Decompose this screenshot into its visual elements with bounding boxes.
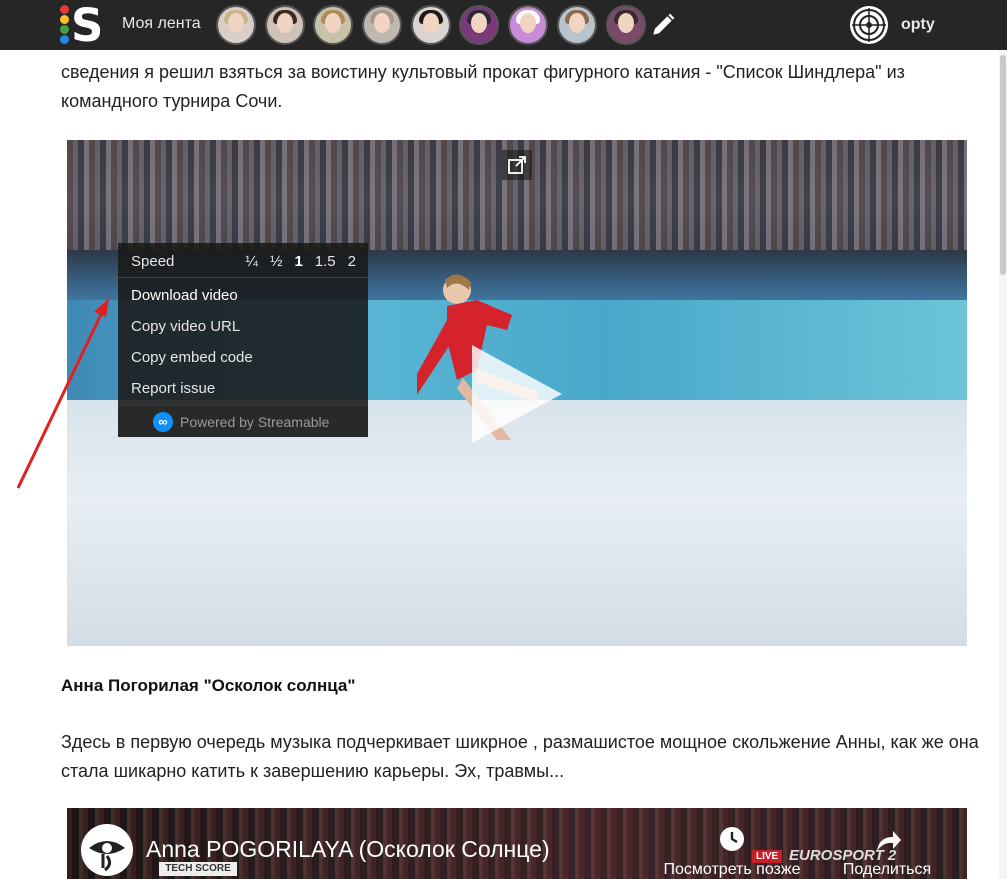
speed-options: ¼ ½ 1 1.5 2 bbox=[233, 253, 356, 270]
copy-video-url-menu-item[interactable]: Copy video URL bbox=[131, 318, 240, 335]
site-logo[interactable]: S bbox=[57, 0, 103, 52]
avatar-face bbox=[568, 13, 585, 33]
user-avatar[interactable] bbox=[850, 6, 888, 44]
avatar-face bbox=[374, 13, 391, 33]
download-video-menu-item[interactable]: Download video bbox=[131, 287, 238, 304]
subscription-avatar[interactable] bbox=[556, 5, 597, 45]
subscription-avatar[interactable] bbox=[362, 5, 403, 45]
subscription-avatar[interactable] bbox=[410, 5, 451, 45]
avatar-face bbox=[228, 13, 244, 33]
avatar-face bbox=[276, 13, 293, 33]
subscriptions-avatars bbox=[216, 5, 654, 45]
speed-label: Speed bbox=[131, 253, 175, 270]
section-heading: Анна Погорилая "Осколок солнца" bbox=[61, 676, 356, 695]
powered-by-label: Powered by Streamable bbox=[180, 413, 330, 430]
speed-row: Speed ¼ ½ 1 1.5 2 bbox=[131, 253, 356, 273]
avatar-face bbox=[422, 13, 439, 33]
page-scrollbar[interactable] bbox=[999, 50, 1007, 879]
logo-letter: S bbox=[71, 0, 104, 52]
subscription-avatar[interactable] bbox=[508, 5, 549, 45]
play-button-icon[interactable] bbox=[472, 345, 562, 443]
tech-score-label: TECH SCORE bbox=[159, 862, 237, 876]
speed-option[interactable]: ½ bbox=[270, 253, 283, 270]
red-arrow-annotation bbox=[16, 298, 109, 489]
avatar-face bbox=[617, 13, 634, 33]
article-paragraph-intro: сведения я решил взяться за воистину кул… bbox=[61, 62, 905, 111]
live-badge: LIVE bbox=[752, 850, 783, 863]
watch-later-label: Посмотреть позже bbox=[663, 861, 801, 878]
youtube-video-player[interactable]: Anna POGORILAYA (Осколок Солнце) TECH SC… bbox=[67, 808, 967, 879]
subscription-avatar[interactable] bbox=[605, 5, 646, 45]
video-context-menu: Speed ¼ ½ 1 1.5 2 Download video Copy video … bbox=[118, 243, 368, 437]
subscription-avatar[interactable] bbox=[216, 5, 256, 45]
avatar-face bbox=[520, 13, 537, 33]
avatar-face bbox=[471, 13, 488, 33]
streamable-logo-icon: ∞ bbox=[153, 411, 173, 432]
pencil-icon[interactable] bbox=[650, 12, 676, 38]
menu-divider bbox=[118, 277, 368, 278]
speed-option[interactable]: 2 bbox=[348, 253, 356, 270]
user-profile[interactable]: opty bbox=[850, 5, 935, 45]
copy-embed-code-menu-item[interactable]: Copy embed code bbox=[131, 349, 253, 366]
subscription-avatar[interactable] bbox=[459, 5, 500, 45]
avatar-face bbox=[325, 13, 342, 33]
top-navigation-bar: S Моя лента opty bbox=[0, 0, 1007, 52]
report-issue-menu-item[interactable]: Report issue bbox=[131, 380, 215, 397]
video2-title[interactable]: Anna POGORILAYA (Осколок Солнце) bbox=[146, 836, 550, 863]
speed-option[interactable]: ¼ bbox=[245, 253, 258, 270]
open-external-icon[interactable] bbox=[502, 150, 532, 180]
share-arrow-icon bbox=[877, 831, 901, 851]
subscription-avatar[interactable] bbox=[313, 5, 354, 45]
powered-by-streamable[interactable]: ∞ Powered by Streamable bbox=[118, 405, 368, 437]
speed-option[interactable]: 1.5 bbox=[315, 253, 336, 270]
share-label: Поделиться bbox=[842, 861, 932, 878]
channel-logo-icon[interactable] bbox=[81, 824, 133, 876]
my-feed-link[interactable]: Моя лента bbox=[122, 15, 201, 33]
logo-dots bbox=[60, 5, 70, 45]
crosshair-icon bbox=[852, 8, 886, 42]
article-paragraph-2: Здесь в первую очередь музыка подчеркива… bbox=[61, 732, 979, 781]
subscription-avatar[interactable] bbox=[264, 5, 305, 45]
speed-option[interactable]: 1 bbox=[294, 253, 302, 270]
clock-icon bbox=[720, 827, 744, 851]
scrollbar-thumb[interactable] bbox=[1000, 55, 1006, 275]
user-name[interactable]: opty bbox=[901, 16, 935, 34]
